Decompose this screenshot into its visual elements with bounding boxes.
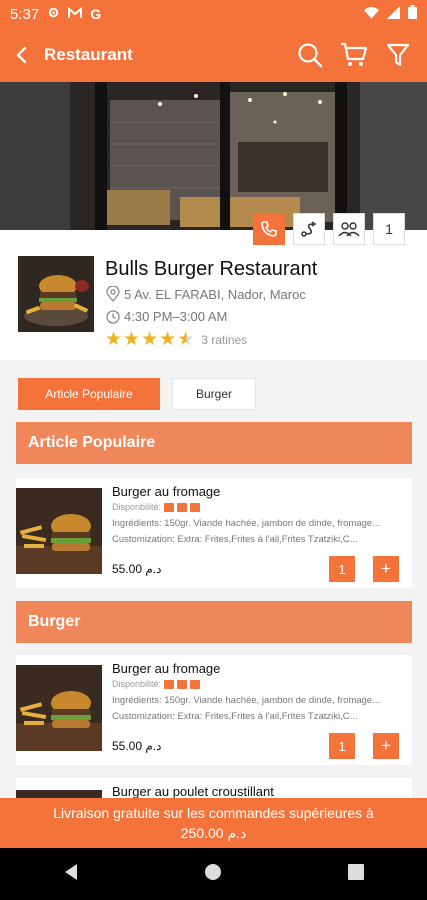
tab-burger[interactable]: Burger (172, 378, 256, 410)
menu-item-ingredients: Ingrédients: 150gr. Viande hachée, jambo… (112, 518, 381, 529)
filter-icon[interactable] (383, 40, 413, 70)
menu-item-price: 55.00 د.م (112, 739, 162, 753)
menu-item-ingredients: Ingrédients: 150gr. Viande hachée, jambo… (112, 695, 381, 706)
takeaway-icon (177, 679, 188, 689)
search-icon[interactable] (295, 40, 325, 70)
menu-item-availability: Disponbilité: (112, 502, 201, 512)
restaurant-cover-image (0, 82, 427, 230)
restaurant-address-row: 5 Av. EL FARABI, Nador, Maroc (106, 286, 306, 302)
people-button[interactable] (333, 213, 365, 245)
quantity-button[interactable]: 1 (329, 556, 355, 582)
restaurant-info: Bulls Burger Restaurant 5 Av. EL FARABI,… (0, 230, 427, 360)
nav-recents-icon[interactable] (348, 863, 365, 885)
menu-item-card[interactable]: Burger au poulet croustillant (16, 778, 412, 798)
availability-label: Disponbilité: (112, 679, 162, 689)
count-badge[interactable]: 1 (373, 213, 405, 245)
route-icon (301, 221, 317, 237)
dine-in-icon (190, 502, 201, 512)
status-bar: 5:37 G (0, 0, 427, 28)
restaurant-hours-row: 4:30 PM–3:00 AM (106, 309, 227, 324)
add-to-cart-button[interactable]: + (373, 733, 399, 759)
status-time: 5:37 (10, 5, 40, 23)
menu-item-title: Burger au fromage (112, 484, 221, 499)
menu-item-card[interactable]: Burger au fromage Disponbilité: Ingrédie… (16, 655, 412, 765)
star-icon: ★ (123, 329, 141, 350)
takeaway-icon (177, 502, 188, 512)
back-arrow-icon (16, 46, 27, 64)
availability-label: Disponbilité: (112, 502, 162, 512)
page-title: Restaurant (44, 45, 133, 64)
wifi-icon (364, 6, 379, 23)
restaurant-address: 5 Av. EL FARABI, Nador, Maroc (124, 286, 306, 302)
category-tabs: Article Populaire Burger (18, 378, 256, 410)
rating-stars: ★ ★ ★ ★ ★ 3 ratines (105, 330, 247, 349)
gear-icon (47, 6, 60, 23)
battery-icon (408, 5, 417, 23)
signal-icon (387, 5, 400, 23)
star-icon: ★ (105, 329, 123, 350)
cart-icon[interactable] (339, 40, 369, 70)
menu-item-title: Burger au fromage (112, 661, 221, 676)
menu-item-customization: Customization: Extra: Frites,Frites à l'… (112, 534, 358, 545)
back-button[interactable] (0, 28, 44, 82)
section-header-burger: Burger (16, 601, 412, 643)
location-pin-icon (106, 286, 120, 302)
rating-count: 3 ratines (201, 332, 248, 347)
half-star-icon: ★ (177, 329, 195, 350)
restaurant-hours: 4:30 PM–3:00 AM (124, 309, 228, 324)
menu-item-availability: Disponbilité: (112, 679, 201, 689)
star-icon: ★ (159, 329, 177, 350)
people-icon (338, 222, 360, 237)
restaurant-logo (18, 256, 94, 332)
delivery-icon (164, 679, 175, 689)
menu-item-customization: Customization: Extra: Frites,Frites à l'… (112, 711, 358, 722)
app-bar: Restaurant (0, 28, 427, 82)
banner-line-2: د.م 250.00 (180, 825, 247, 841)
call-button[interactable] (253, 213, 285, 245)
menu-item-price: 55.00 د.م (112, 562, 162, 576)
delivery-icon (164, 502, 175, 512)
nav-home-icon[interactable] (204, 863, 222, 886)
phone-icon (261, 221, 277, 237)
gmail-icon (68, 6, 83, 23)
section-header-article-populaire: Article Populaire (16, 422, 412, 464)
menu-item-image (16, 665, 102, 751)
tab-article-populaire[interactable]: Article Populaire (18, 378, 160, 410)
star-icon: ★ (141, 329, 159, 350)
add-to-cart-button[interactable]: + (373, 556, 399, 582)
restaurant-name: Bulls Burger Restaurant (105, 258, 318, 280)
free-delivery-banner: Livraison gratuite sur les commandes sup… (0, 798, 427, 848)
directions-button[interactable] (293, 213, 325, 245)
menu-item-title: Burger au poulet croustillant (112, 784, 274, 798)
nav-back-icon[interactable] (63, 863, 79, 886)
system-nav-bar (0, 848, 427, 900)
menu-item-card[interactable]: Burger au fromage Disponbilité: Ingrédie… (16, 478, 412, 588)
clock-icon (106, 309, 120, 324)
quantity-button[interactable]: 1 (329, 733, 355, 759)
menu-item-image (16, 488, 102, 574)
google-icon: G (90, 6, 102, 22)
dine-in-icon (190, 679, 201, 689)
menu-item-image (16, 790, 102, 798)
banner-line-1: Livraison gratuite sur les commandes sup… (53, 805, 374, 821)
